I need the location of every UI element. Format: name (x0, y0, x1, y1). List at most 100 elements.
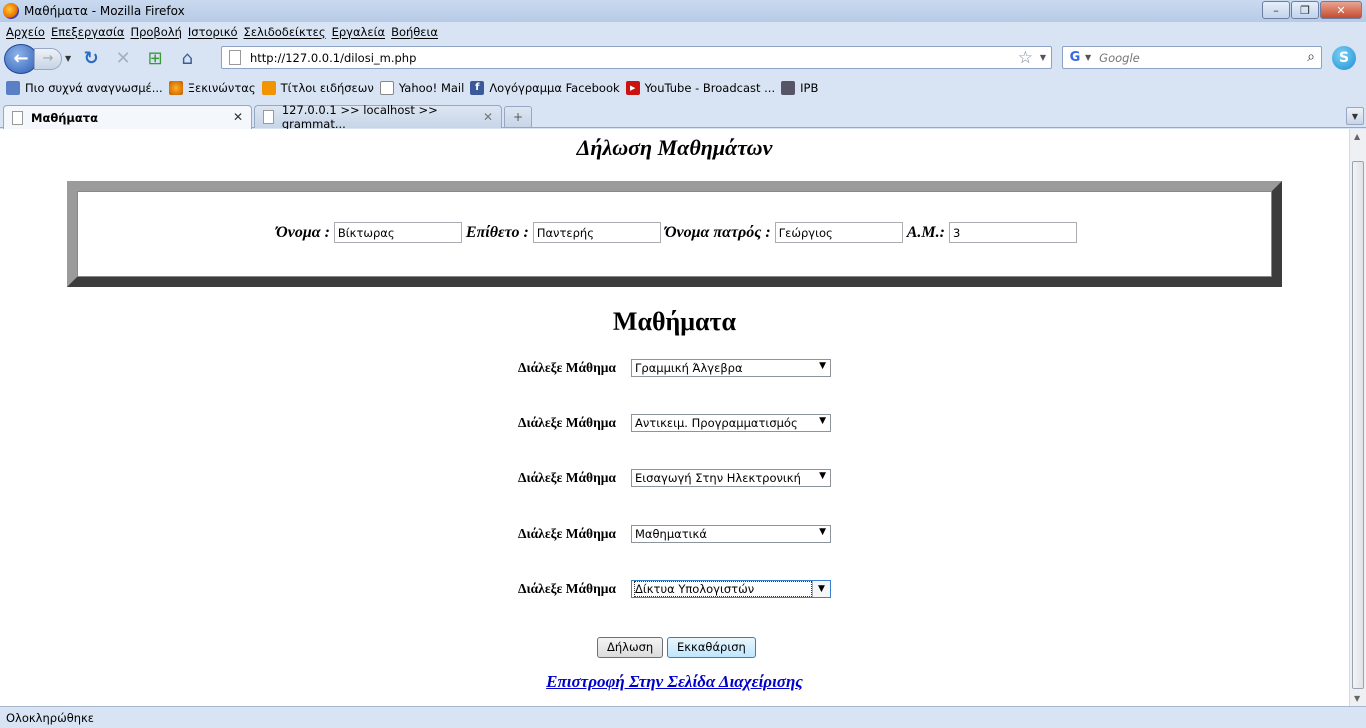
course-label: Διάλεξε Μάθημα (518, 581, 616, 596)
close-window-button[interactable]: ✕ (1320, 1, 1362, 19)
chevron-down-icon[interactable]: ▼ (819, 471, 826, 481)
bookmarks-toolbar: Πιο συχνά αναγνωσμέ... Ξεκινώντας Τίτλοι… (0, 77, 1366, 99)
ipb-icon (781, 81, 796, 95)
course-row: Διάλεξε Μάθημα Δίκτυα Υπολογιστών ▼ (518, 580, 831, 598)
navigation-toolbar: ← → ▼ ↻ ✕ ⊞ ⌂ http://127.0.0.1/dilosi_m.… (0, 41, 1366, 76)
am-label: Α.Μ.: (906, 223, 945, 241)
search-input[interactable] (1099, 50, 1290, 65)
page-icon (263, 110, 274, 124)
home-icon[interactable]: ⌂ (175, 47, 199, 71)
course-select[interactable]: Δίκτυα Υπολογιστών ▼ (631, 580, 831, 598)
url-text[interactable]: http://127.0.0.1/dilosi_m.php (250, 51, 416, 65)
chevron-down-icon[interactable]: ▼ (819, 361, 826, 371)
courses-section-title: Μαθήματα (612, 307, 737, 336)
page-icon (229, 50, 241, 65)
course-label: Διάλεξε Μάθημα (518, 415, 616, 430)
maximize-button[interactable]: ❐ (1291, 1, 1319, 19)
bookmark-news[interactable]: Τίτλοι ειδήσεων (261, 81, 374, 95)
first-name-field[interactable] (333, 222, 462, 243)
url-dropdown-icon[interactable]: ▼ (1040, 53, 1046, 62)
student-info-box: Όνομα : Επίθετο : Όνομα πατρός : Α.Μ.: (67, 181, 1282, 287)
course-label: Διάλεξε Μάθημα (518, 526, 616, 541)
last-name-field[interactable] (532, 222, 661, 243)
menu-file[interactable]: Αρχείο (6, 25, 45, 39)
page-content: Δήλωση Μαθημάτων Όνομα : Επίθετο : Όνομα… (0, 129, 1349, 706)
close-tab-icon[interactable]: ✕ (233, 110, 243, 124)
forward-button[interactable]: → (34, 47, 62, 70)
father-name-field[interactable] (774, 222, 903, 243)
page-icon (12, 110, 23, 125)
google-icon[interactable]: G (1067, 50, 1083, 66)
stop-icon[interactable]: ✕ (111, 47, 135, 71)
bookmark-star-icon[interactable]: ☆ (1018, 48, 1033, 68)
search-bar[interactable]: G ▼ ⌕ (1062, 46, 1322, 69)
tab-courses[interactable]: Μαθήματα ✕ (3, 105, 252, 129)
student-info-row: Όνομα : Επίθετο : Όνομα πατρός : Α.Μ.: (78, 222, 1271, 243)
course-label: Διάλεξε Μάθημα (518, 470, 616, 485)
facebook-icon: f (470, 81, 485, 95)
course-select[interactable]: Αντικειμ. Προγραμματισμός ▼ (631, 414, 831, 432)
menu-bookmarks[interactable]: Σελιδοδείκτες (244, 25, 326, 39)
father-name-label: Όνομα πατρός : (664, 223, 771, 241)
url-bar[interactable]: http://127.0.0.1/dilosi_m.php ☆ ▼ (221, 46, 1052, 69)
bookmark-ipb[interactable]: IPB (781, 81, 818, 95)
course-select[interactable]: Μαθηματικά ▼ (631, 525, 831, 543)
rss-icon (261, 81, 276, 95)
first-name-label: Όνομα : (276, 223, 330, 241)
search-icon[interactable]: ⌕ (1307, 49, 1315, 65)
scroll-down-icon[interactable]: ▼ (1354, 694, 1360, 703)
youtube-icon: ▶ (625, 81, 640, 95)
back-to-admin-link[interactable]: Επιστροφή Στην Σελίδα Διαχείρισης (0, 672, 1349, 692)
tab-strip: Μαθήματα ✕ 127.0.0.1 >> localhost >> gra… (0, 101, 1366, 131)
menu-tools[interactable]: Εργαλεία (332, 25, 385, 39)
reload-icon[interactable]: ↻ (79, 47, 103, 71)
am-field[interactable] (948, 222, 1077, 243)
course-label: Διάλεξε Μάθημα (518, 360, 616, 375)
firefox-icon (168, 81, 183, 95)
close-tab-icon[interactable]: ✕ (483, 110, 493, 124)
scrollbar-thumb[interactable] (1352, 161, 1364, 689)
submit-button[interactable]: Δήλωση (597, 637, 664, 658)
bookmark-yahoo-mail[interactable]: Yahoo! Mail (379, 81, 464, 95)
firefox-icon (3, 3, 19, 19)
menu-history[interactable]: Ιστορικό (188, 25, 238, 39)
last-name-label: Επίθετο : (465, 223, 529, 241)
bookmark-getting-started[interactable]: Ξεκινώντας (168, 81, 256, 95)
history-dropdown-icon[interactable]: ▼ (65, 54, 71, 63)
course-row: Διάλεξε Μάθημα Εισαγωγή Στην Ηλεκτρονική… (518, 469, 831, 487)
search-engine-dropdown-icon[interactable]: ▼ (1085, 53, 1091, 62)
page-title: Δήλωση Μαθημάτων (576, 135, 773, 160)
reset-button[interactable]: Εκκαθάριση (667, 637, 756, 658)
bookmark-facebook[interactable]: f Λογόγραμμα Facebook (470, 81, 620, 95)
skype-icon[interactable]: S (1332, 46, 1356, 70)
minimize-button[interactable]: – (1262, 1, 1290, 19)
new-tab-button[interactable]: + (504, 106, 532, 127)
bookmark-most-visited[interactable]: Πιο συχνά αναγνωσμέ... (6, 81, 163, 95)
vertical-scrollbar[interactable]: ▲ ▼ (1349, 129, 1366, 706)
menu-view[interactable]: Προβολή (130, 25, 181, 39)
bar-chart-icon (6, 81, 20, 95)
chevron-down-icon[interactable]: ▼ (819, 527, 826, 537)
status-bar: Ολοκληρώθηκε (0, 706, 1366, 728)
tab-phpmyadmin[interactable]: 127.0.0.1 >> localhost >> grammat... ✕ (254, 103, 502, 131)
course-row: Διάλεξε Μάθημα Μαθηματικά ▼ (518, 525, 831, 543)
course-row: Διάλεξε Μάθημα Γραμμική Άλγεβρα ▼ (518, 359, 831, 377)
list-all-tabs-button[interactable]: ▼ (1346, 107, 1364, 125)
menu-help[interactable]: Βοήθεια (391, 25, 438, 39)
course-select[interactable]: Εισαγωγή Στην Ηλεκτρονική ▼ (631, 469, 831, 487)
course-select[interactable]: Γραμμική Άλγεβρα ▼ (631, 359, 831, 377)
menu-bar: Αρχείο Επεξεργασία Προβολή Ιστορικό Σελι… (0, 22, 1366, 41)
bookmark-youtube[interactable]: ▶ YouTube - Broadcast ... (625, 81, 775, 95)
student-info-inner: Όνομα : Επίθετο : Όνομα πατρός : Α.Μ.: (77, 191, 1272, 277)
status-text: Ολοκληρώθηκε (6, 710, 95, 725)
scroll-up-icon[interactable]: ▲ (1354, 132, 1360, 141)
window-title-bar: Μαθήματα - Mozilla Firefox – ❐ ✕ (0, 0, 1366, 22)
chevron-down-icon[interactable]: ▼ (819, 416, 826, 426)
page-icon (379, 81, 394, 95)
back-button[interactable]: ← (4, 43, 38, 74)
new-tab-icon[interactable]: ⊞ (143, 47, 167, 71)
menu-edit[interactable]: Επεξεργασία (51, 25, 124, 39)
chevron-down-icon[interactable]: ▼ (812, 581, 830, 597)
window-title: Μαθήματα - Mozilla Firefox (24, 4, 185, 18)
course-row: Διάλεξε Μάθημα Αντικειμ. Προγραμματισμός… (518, 414, 831, 432)
